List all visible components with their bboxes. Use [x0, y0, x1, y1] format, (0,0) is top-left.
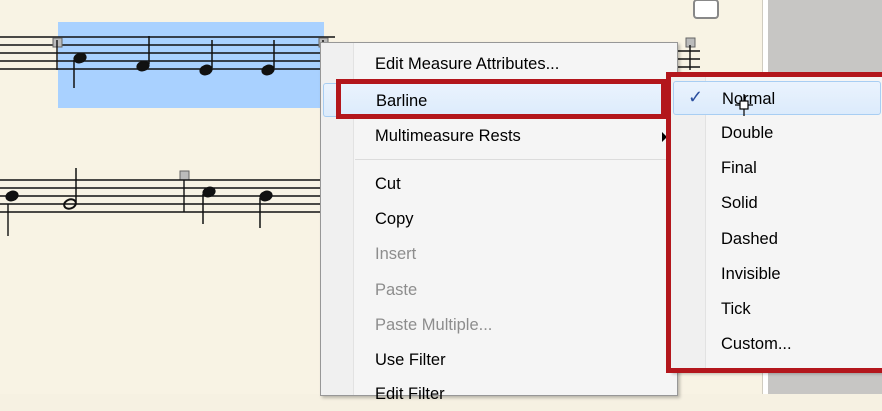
menu-item-label: Multimeasure Rests: [375, 127, 521, 145]
measure-selection: [58, 22, 324, 108]
submenu-item-double[interactable]: Double: [673, 116, 881, 150]
menu-item-label: Barline: [376, 92, 428, 110]
submenu-arrow-icon: [661, 97, 666, 107]
submenu-item-custom[interactable]: Custom...: [673, 327, 881, 361]
menu-item-label: Edit Measure Attributes...: [375, 55, 560, 73]
menu-item-paste[interactable]: Paste: [323, 273, 675, 307]
submenu-item-final[interactable]: Final: [673, 151, 881, 185]
menu-item-edit-measure-attributes[interactable]: Edit Measure Attributes...: [323, 47, 675, 81]
submenu-item-tick[interactable]: Tick: [673, 292, 881, 326]
submenu-arrow-icon: [662, 132, 667, 142]
menu-item-use-filter[interactable]: Use Filter: [323, 343, 675, 377]
menu-item-cut[interactable]: Cut: [323, 167, 675, 201]
menu-item-label: Copy: [375, 210, 414, 228]
barline-submenu: ✓ Normal Double Final Solid Dashed Invis…: [670, 76, 882, 372]
checkmark-icon: ✓: [688, 87, 704, 107]
menu-item-copy[interactable]: Copy: [323, 202, 675, 236]
submenu-item-label: Tick: [721, 300, 751, 318]
menu-item-multimeasure-rests[interactable]: Multimeasure Rests: [323, 119, 675, 153]
submenu-item-invisible[interactable]: Invisible: [673, 257, 881, 291]
barline-handle: [179, 170, 190, 181]
menu-item-label: Paste Multiple...: [375, 316, 493, 334]
menu-item-label: Insert: [375, 245, 417, 263]
menu-item-label: Paste: [375, 281, 418, 299]
submenu-item-solid[interactable]: Solid: [673, 186, 881, 220]
menu-item-paste-multiple[interactable]: Paste Multiple...: [323, 308, 675, 342]
menu-item-label: Edit Filter: [375, 385, 445, 403]
submenu-item-dashed[interactable]: Dashed: [673, 222, 881, 256]
submenu-item-label: Final: [721, 159, 757, 177]
menu-item-barline[interactable]: Barline: [323, 83, 675, 117]
submenu-item-label: Dashed: [721, 230, 778, 248]
bottom-staff: [0, 179, 330, 213]
move-cursor-icon: [735, 94, 753, 116]
menu-item-edit-filter[interactable]: Edit Filter: [323, 377, 675, 411]
submenu-item-label: Invisible: [721, 265, 781, 283]
barline-handle: [693, 0, 719, 19]
context-menu: Edit Measure Attributes... Barline Multi…: [320, 42, 678, 403]
submenu-item-label: Double: [721, 124, 774, 142]
menu-item-label: Use Filter: [375, 351, 446, 369]
menu-item-label: Cut: [375, 175, 401, 193]
menu-item-insert[interactable]: Insert: [323, 237, 675, 271]
submenu-item-label: Custom...: [721, 335, 792, 353]
submenu-item-label: Solid: [721, 194, 758, 212]
bottom-notes: [5, 168, 273, 228]
menu-separator: [355, 159, 673, 160]
submenu-item-normal[interactable]: ✓ Normal: [673, 81, 881, 115]
